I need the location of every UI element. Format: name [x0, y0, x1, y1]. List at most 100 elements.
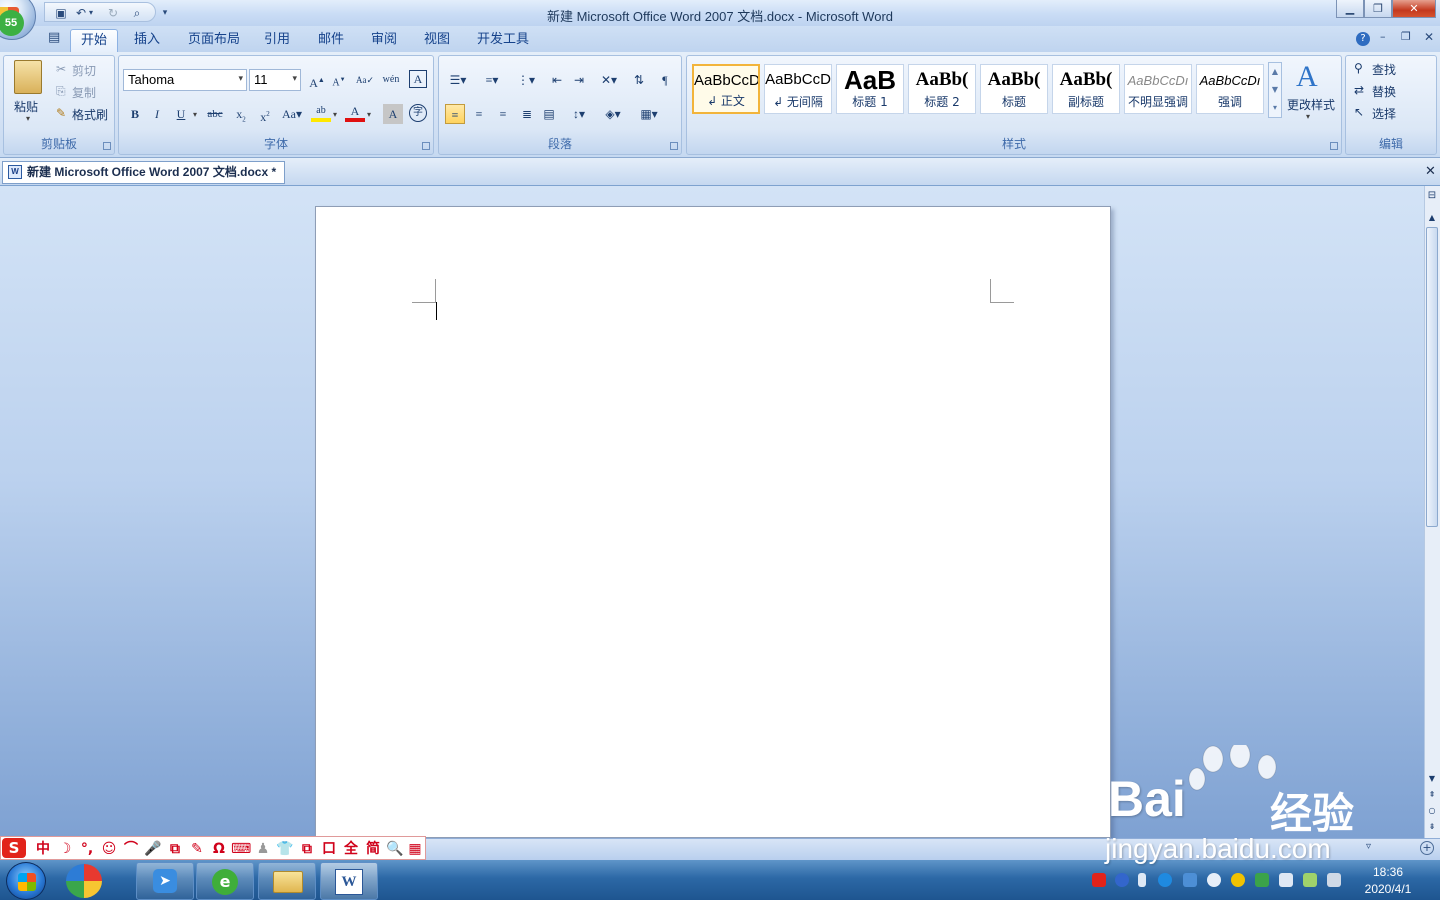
- help-tray-icon[interactable]: [1115, 873, 1129, 887]
- character-border-icon[interactable]: A: [409, 70, 427, 88]
- ime-voice[interactable]: 🎤: [143, 840, 163, 858]
- qq-tray-icon[interactable]: [1207, 873, 1221, 887]
- ruler-toggle-icon[interactable]: ⊟: [1425, 190, 1439, 201]
- ime-emoticon[interactable]: ⌒: [121, 840, 141, 858]
- find-button[interactable]: 查找: [1372, 61, 1396, 78]
- save-icon[interactable]: ▣: [53, 5, 69, 21]
- volume-muted-tray-icon[interactable]: [1327, 873, 1341, 887]
- subscript-icon[interactable]: x2: [231, 104, 251, 124]
- scroll-down-icon[interactable]: ▼: [1425, 774, 1439, 783]
- style-subtle-emphasis[interactable]: AaBbCcDı 不明显强调: [1124, 64, 1192, 114]
- document-menu-icon[interactable]: ▤: [48, 30, 66, 48]
- ime-chinese-mode[interactable]: 中: [33, 840, 53, 858]
- style-heading-1[interactable]: AaB 标题 1: [836, 64, 904, 114]
- style-emphasis[interactable]: AaBbCcDı 强调: [1196, 64, 1264, 114]
- scroll-up-icon[interactable]: ▲: [1269, 63, 1281, 81]
- ime-handwriting[interactable]: ✎: [187, 840, 207, 858]
- style-no-spacing[interactable]: AaBbCcD ↲ 无间隔: [764, 64, 832, 114]
- ime-crop[interactable]: 口: [319, 840, 339, 858]
- replace-button[interactable]: 替换: [1372, 83, 1396, 100]
- taskbar-clock[interactable]: 18:36 2020/4/1: [1350, 864, 1426, 898]
- ribbon-restore-icon[interactable]: ❐: [1401, 30, 1411, 43]
- ime-punctuation[interactable]: °,: [77, 840, 97, 858]
- ribbon-close-icon[interactable]: ✕: [1424, 30, 1434, 44]
- tab-review[interactable]: 审阅: [361, 29, 407, 51]
- taskbar-app-feiyu[interactable]: ➤: [136, 862, 194, 900]
- sogou-tray-icon[interactable]: [1092, 873, 1106, 887]
- cut-button[interactable]: 剪切: [72, 62, 96, 79]
- ime-simplified[interactable]: 简: [363, 840, 383, 858]
- bullets-icon[interactable]: ☰▾: [443, 70, 473, 90]
- highlight-icon[interactable]: ab: [311, 104, 331, 122]
- numbering-icon[interactable]: ≡▾: [477, 70, 507, 90]
- character-shading-icon[interactable]: A: [383, 104, 403, 124]
- borders-icon[interactable]: ▦▾: [635, 104, 663, 124]
- paragraph-launcher-icon[interactable]: [670, 142, 678, 150]
- network-tray-icon[interactable]: [1303, 873, 1317, 887]
- style-normal[interactable]: AaBbCcD ↲ 正文: [692, 64, 760, 114]
- style-title[interactable]: AaBb(标题: [980, 64, 1048, 114]
- paste-button[interactable]: 粘贴: [14, 98, 38, 115]
- sogou-logo-icon[interactable]: S: [2, 838, 26, 858]
- font-size-combo[interactable]: 11 ▾: [249, 69, 301, 91]
- pinwheel-app-icon[interactable]: [66, 864, 102, 898]
- ime-special-symbols[interactable]: Ω: [209, 840, 229, 858]
- ime-skin[interactable]: 👕: [275, 840, 295, 858]
- tab-home[interactable]: 开始: [70, 29, 119, 53]
- font-color-icon[interactable]: A: [345, 104, 365, 122]
- bold-icon[interactable]: B: [125, 104, 145, 124]
- ime-half-width[interactable]: ☽: [55, 840, 75, 858]
- scrollbar-thumb[interactable]: [1426, 227, 1438, 527]
- underline-dropdown-icon[interactable]: ▾: [193, 110, 197, 119]
- scroll-down-icon[interactable]: ▼: [1269, 81, 1281, 99]
- ime-menu[interactable]: ▦: [405, 840, 425, 858]
- ime-soft-keyboard[interactable]: ⌨: [231, 840, 251, 858]
- ime-tools[interactable]: ⧉: [297, 840, 317, 858]
- minimize-button[interactable]: ▁: [1336, 0, 1364, 18]
- sort-icon[interactable]: ⇅: [629, 70, 649, 90]
- customize-qat-icon[interactable]: ▾: [157, 5, 173, 21]
- distributed-icon[interactable]: ▤: [539, 104, 559, 124]
- ribbon-minimize-icon[interactable]: –: [1380, 30, 1386, 43]
- font-launcher-icon[interactable]: [422, 142, 430, 150]
- tab-mailings[interactable]: 邮件: [308, 29, 354, 51]
- select-browse-object-icon[interactable]: ○: [1425, 806, 1439, 815]
- style-heading-2[interactable]: AaBb(标题 2: [908, 64, 976, 114]
- network-share-tray-icon[interactable]: [1183, 873, 1197, 887]
- restore-button[interactable]: ❐: [1364, 0, 1392, 18]
- change-styles-dropdown-icon[interactable]: ▾: [1306, 112, 1310, 121]
- shrink-font-icon[interactable]: A▼: [329, 70, 349, 90]
- taskbar-word[interactable]: W: [320, 862, 378, 900]
- italic-icon[interactable]: I: [147, 104, 167, 124]
- phonetic-guide-icon[interactable]: wén: [381, 70, 401, 90]
- styles-launcher-icon[interactable]: [1330, 142, 1338, 150]
- document-page[interactable]: [315, 206, 1111, 838]
- shield-tray-icon[interactable]: [1255, 873, 1269, 887]
- change-case-icon[interactable]: Aa▾: [279, 104, 305, 124]
- next-page-icon[interactable]: ⇟: [1425, 822, 1439, 831]
- help-icon[interactable]: ?: [1356, 32, 1370, 46]
- tab-developer[interactable]: 开发工具: [467, 29, 539, 51]
- close-document-icon[interactable]: ✕: [1425, 164, 1436, 179]
- ime-search[interactable]: 🔍: [385, 840, 405, 858]
- superscript-icon[interactable]: x2: [255, 104, 275, 124]
- document-tab[interactable]: W 新建 Microsoft Office Word 2007 文档.docx *: [2, 161, 286, 184]
- strikethrough-icon[interactable]: abc: [205, 104, 225, 124]
- font-color-dropdown-icon[interactable]: ▾: [367, 110, 371, 119]
- taskbar-app-ie[interactable]: e: [196, 862, 254, 900]
- font-name-combo[interactable]: Tahoma ▾: [123, 69, 247, 91]
- select-button[interactable]: 选择: [1372, 105, 1396, 122]
- plus-tray-icon[interactable]: [1231, 873, 1245, 887]
- undo-dropdown-icon[interactable]: ▾: [83, 5, 99, 21]
- bluetooth-tray-icon[interactable]: [1158, 873, 1172, 887]
- align-right-icon[interactable]: ≡: [493, 104, 513, 124]
- ime-tray-icon[interactable]: [1138, 873, 1146, 887]
- ime-full-width[interactable]: 全: [341, 840, 361, 858]
- ime-screenshot[interactable]: ⧉: [165, 840, 185, 858]
- scroll-up-icon[interactable]: ▲: [1425, 213, 1439, 222]
- decrease-indent-icon[interactable]: ⇤: [547, 70, 567, 90]
- show-marks-icon[interactable]: ¶: [655, 70, 675, 90]
- align-center-icon[interactable]: ≡: [469, 104, 489, 124]
- ime-user[interactable]: ♟: [253, 840, 273, 858]
- line-spacing-icon[interactable]: ↕▾: [565, 104, 593, 124]
